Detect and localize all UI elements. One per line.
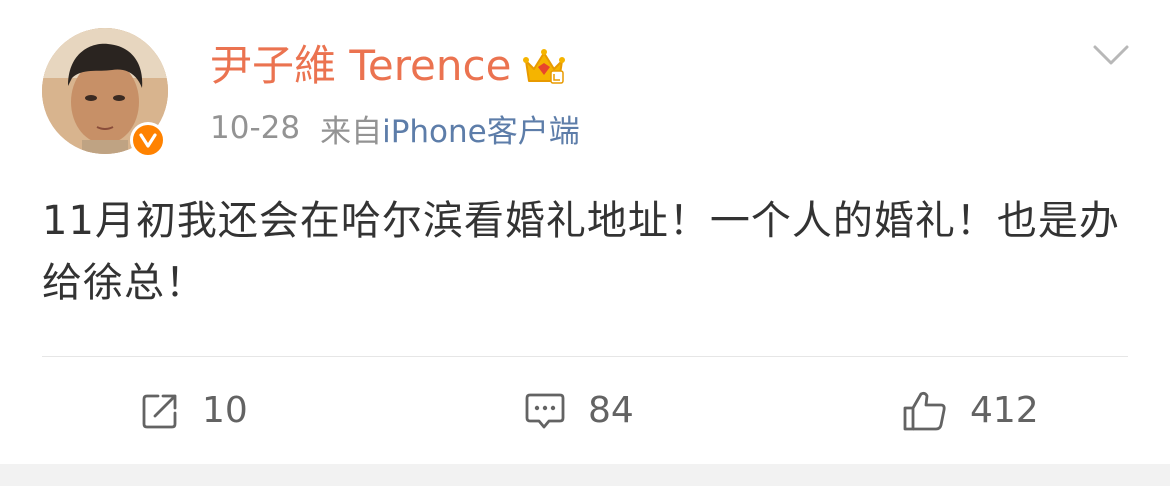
thumbs-up-icon bbox=[903, 391, 946, 431]
comment-count: 84 bbox=[588, 390, 634, 431]
repost-icon bbox=[142, 394, 177, 429]
post-text: 11月初我还会在哈尔滨看婚礼地址！一个人的婚礼！也是办给徐总！ bbox=[42, 198, 1120, 306]
post-source[interactable]: iPhone客户端 bbox=[382, 106, 580, 151]
comment-button[interactable]: 84 bbox=[524, 384, 634, 438]
repost-button[interactable]: 10 bbox=[140, 384, 248, 438]
author-row: 尹子維 Terence bbox=[210, 38, 567, 94]
repost-count: 10 bbox=[202, 390, 248, 431]
post-from-label: 来自 bbox=[320, 113, 383, 150]
feed-separator bbox=[0, 464, 1170, 486]
chevron-down-icon[interactable] bbox=[1092, 42, 1130, 68]
author-name[interactable]: 尹子維 Terence bbox=[210, 38, 511, 94]
verified-v-icon bbox=[130, 122, 166, 158]
divider bbox=[42, 356, 1128, 357]
like-button[interactable]: 412 bbox=[902, 384, 1039, 438]
like-count: 412 bbox=[970, 390, 1039, 431]
post-meta: 10-28 来自 iPhone客户端 bbox=[210, 106, 580, 150]
crown-icon[interactable] bbox=[521, 43, 567, 89]
comment-icon bbox=[525, 393, 565, 429]
weibo-post-card: 尹子維 Terence 10-28 来自 iPhone客户端 11月初我还会在哈… bbox=[0, 0, 1170, 464]
post-time: 10-28 bbox=[210, 110, 301, 146]
